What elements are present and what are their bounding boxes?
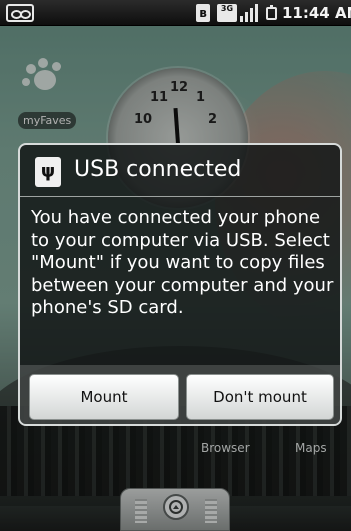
status-time: 11:44 AM — [282, 4, 351, 22]
battery-icon — [266, 5, 277, 20]
dialog-message: You have connected your phone to your co… — [31, 207, 334, 318]
mount-button[interactable]: Mount — [29, 374, 179, 420]
dont-mount-button[interactable]: Don't mount — [186, 374, 334, 420]
3g-data-icon: 3G — [217, 4, 237, 22]
network-badge: 3G — [220, 4, 234, 13]
dialog-header: ψ USB connected — [20, 145, 340, 196]
dialog-divider — [20, 196, 340, 197]
signal-icon — [240, 4, 258, 22]
usb-icon: ψ — [35, 157, 61, 187]
voicemail-notification-icon — [6, 4, 34, 22]
bluetooth-icon: ʙ — [196, 4, 210, 22]
dialog-title: USB connected — [74, 157, 242, 182]
usb-connected-dialog: ψ USB connected You have connected your … — [18, 143, 342, 426]
dialog-button-bar: Mount Don't mount — [20, 365, 340, 424]
status-bar[interactable]: ʙ 3G 11:44 AM — [0, 0, 351, 26]
